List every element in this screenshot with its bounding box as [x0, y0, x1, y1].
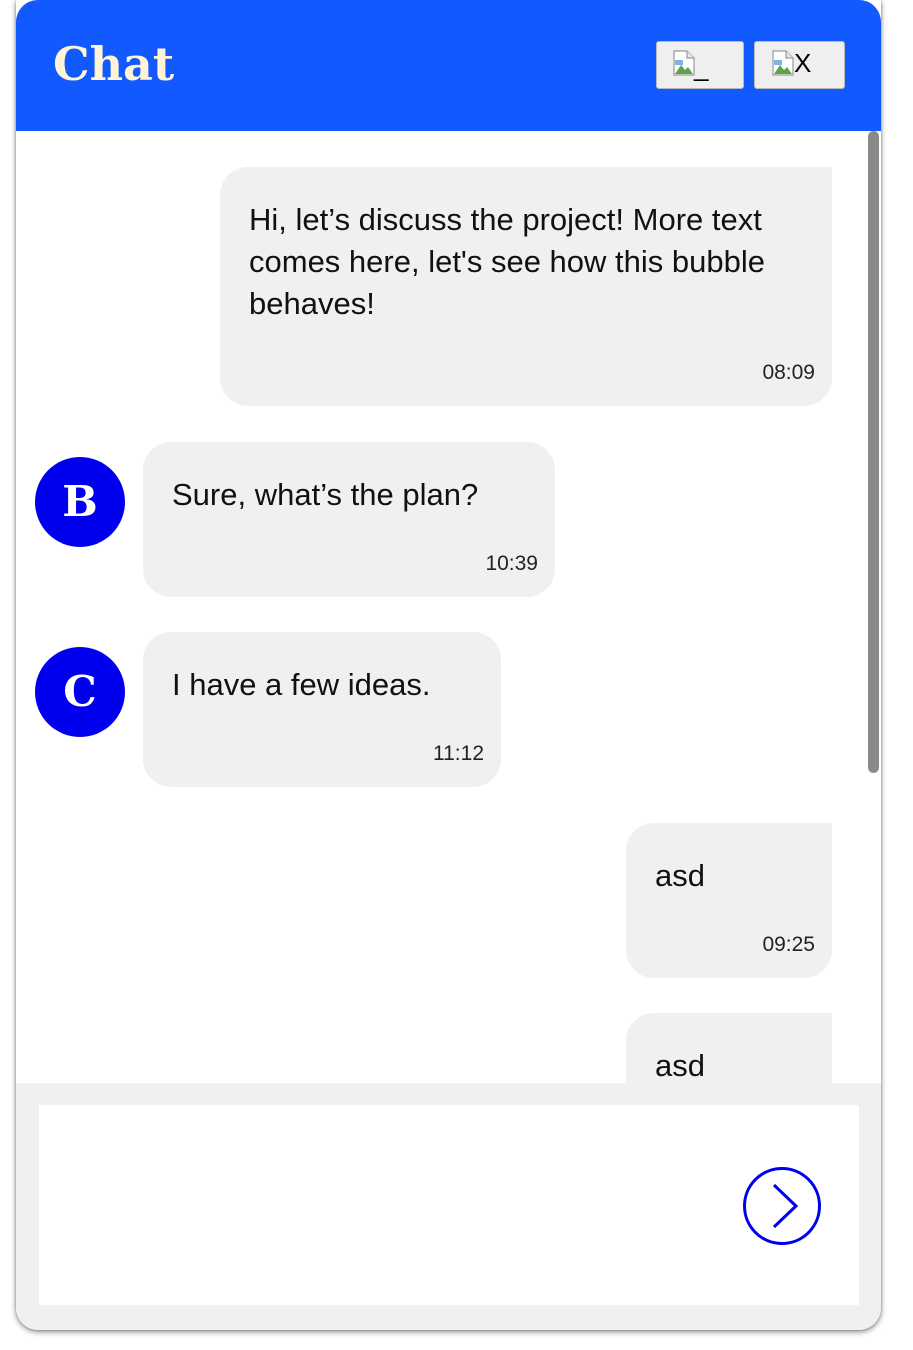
message-timestamp: 08:09	[762, 361, 815, 384]
chat-title: Chat	[53, 37, 175, 91]
message-bubble-received: Sure, what’s the plan? 10:39	[143, 442, 555, 597]
message-text: I have a few ideas.	[172, 667, 431, 702]
minimize-button[interactable]: _	[656, 41, 744, 89]
message-list[interactable]: Hi, let’s discuss the project! More text…	[16, 131, 881, 1083]
message-text: Sure, what’s the plan?	[172, 477, 479, 512]
send-arrow-circle-icon	[743, 1167, 821, 1245]
message-bubble-sent: asd	[626, 1013, 832, 1083]
close-label: X	[794, 48, 812, 78]
message-timestamp: 10:39	[485, 552, 538, 575]
chat-window: Chat _ X Hi, let’s discuss the project! …	[16, 0, 881, 1330]
avatar: C	[35, 647, 125, 737]
close-button[interactable]: X	[754, 41, 845, 89]
minimize-label: _	[694, 52, 709, 82]
broken-image-icon	[673, 50, 695, 76]
message-bubble-sent: Hi, let’s discuss the project! More text…	[220, 167, 832, 406]
send-button[interactable]	[741, 1165, 823, 1247]
message-bubble-sent: asd 09:25	[626, 823, 832, 978]
message-input[interactable]	[39, 1105, 859, 1305]
message-timestamp: 11:12	[433, 742, 484, 765]
scrollbar[interactable]	[865, 131, 881, 1083]
scrollbar-thumb[interactable]	[868, 131, 879, 773]
message-text: Hi, let’s discuss the project! More text…	[249, 202, 765, 321]
message-bubble-received: I have a few ideas. 11:12	[143, 632, 501, 787]
chat-header: Chat _ X	[16, 0, 881, 131]
composer	[16, 1083, 881, 1330]
message-timestamp: 09:25	[762, 933, 815, 956]
message-text: asd	[655, 858, 705, 893]
avatar: B	[35, 457, 125, 547]
broken-image-icon	[772, 50, 794, 76]
message-text: asd	[655, 1048, 705, 1083]
